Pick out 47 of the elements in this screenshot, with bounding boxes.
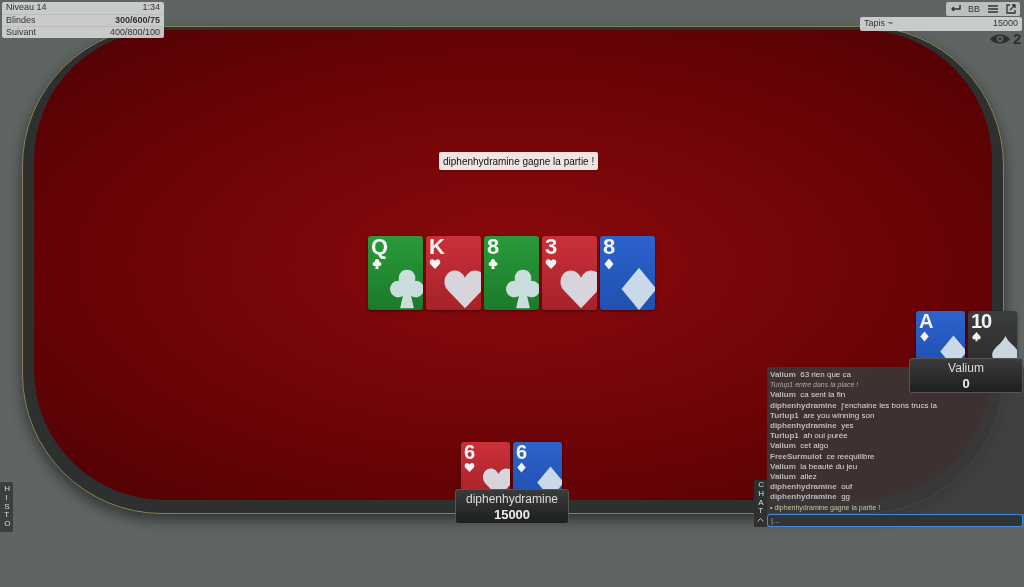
diamond-icon	[516, 462, 527, 473]
chat-message: Valium allez	[770, 472, 817, 483]
chat-message: Turlup1 are you winning son	[770, 410, 875, 421]
chat-input[interactable]: |...	[767, 514, 1023, 527]
chat-message: diphenhydramine ouf	[770, 482, 853, 493]
chat-message: Valium cet algo	[770, 441, 829, 452]
card-rank: 3	[545, 236, 557, 258]
info-value: 1:34	[142, 1, 160, 15]
chat-message: Valium la beauté du jeu	[770, 461, 858, 473]
chat-label: CHAT	[758, 481, 763, 517]
player-stack: 0	[962, 375, 970, 391]
spade-icon	[971, 331, 982, 342]
chat-message: diphenhydramine j'enchaine les bons trucs la	[770, 400, 937, 411]
card-rank: Q	[371, 236, 388, 258]
chat-message: Valium 63 rien que ca	[770, 370, 851, 381]
chat-message: Valium ca sent la fin	[770, 390, 846, 401]
chat-message: diphenhydramine yes	[770, 421, 854, 432]
announcement: diphenhydramine gagne la partie !	[439, 152, 599, 170]
chat-message: FreeSurmulot ce reequilibre	[770, 451, 875, 462]
menu-icon[interactable]	[985, 3, 1001, 15]
stack-value: 15000	[992, 17, 1018, 31]
info-label: Niveau 14	[6, 1, 47, 15]
caret-icon	[757, 518, 764, 523]
popout-icon[interactable]	[1003, 3, 1019, 15]
card-rank: 8	[603, 236, 615, 258]
card-rank: K	[429, 236, 444, 258]
diamond-icon	[919, 331, 930, 342]
histo-tab[interactable]: HISTO	[0, 482, 13, 532]
info-value: 300/600/75	[114, 13, 160, 27]
info-value: 400/800/100	[109, 25, 160, 39]
chat-message: Turlup1 ah oui purée	[770, 431, 848, 442]
card-rank: A	[919, 311, 933, 331]
stack-label: Tapis ~	[864, 17, 893, 31]
chat-tab[interactable]: CHAT	[754, 480, 767, 527]
card-rank: 6	[516, 442, 527, 462]
card-rank: 6	[464, 442, 475, 462]
eye-icon	[990, 32, 1010, 45]
card-rank: 10	[971, 311, 992, 331]
player-stack: 15000	[493, 506, 531, 522]
info-label: Blindes	[6, 13, 36, 27]
player-name: Valium	[948, 360, 984, 376]
card-rank: 8	[487, 236, 499, 258]
player-name: diphenhydramine	[465, 491, 559, 507]
info-label: Suivant	[6, 25, 37, 39]
histo-label: HISTO	[4, 485, 9, 529]
heart-icon	[464, 462, 475, 473]
chat-message: diphenhydramine gg	[770, 492, 851, 503]
